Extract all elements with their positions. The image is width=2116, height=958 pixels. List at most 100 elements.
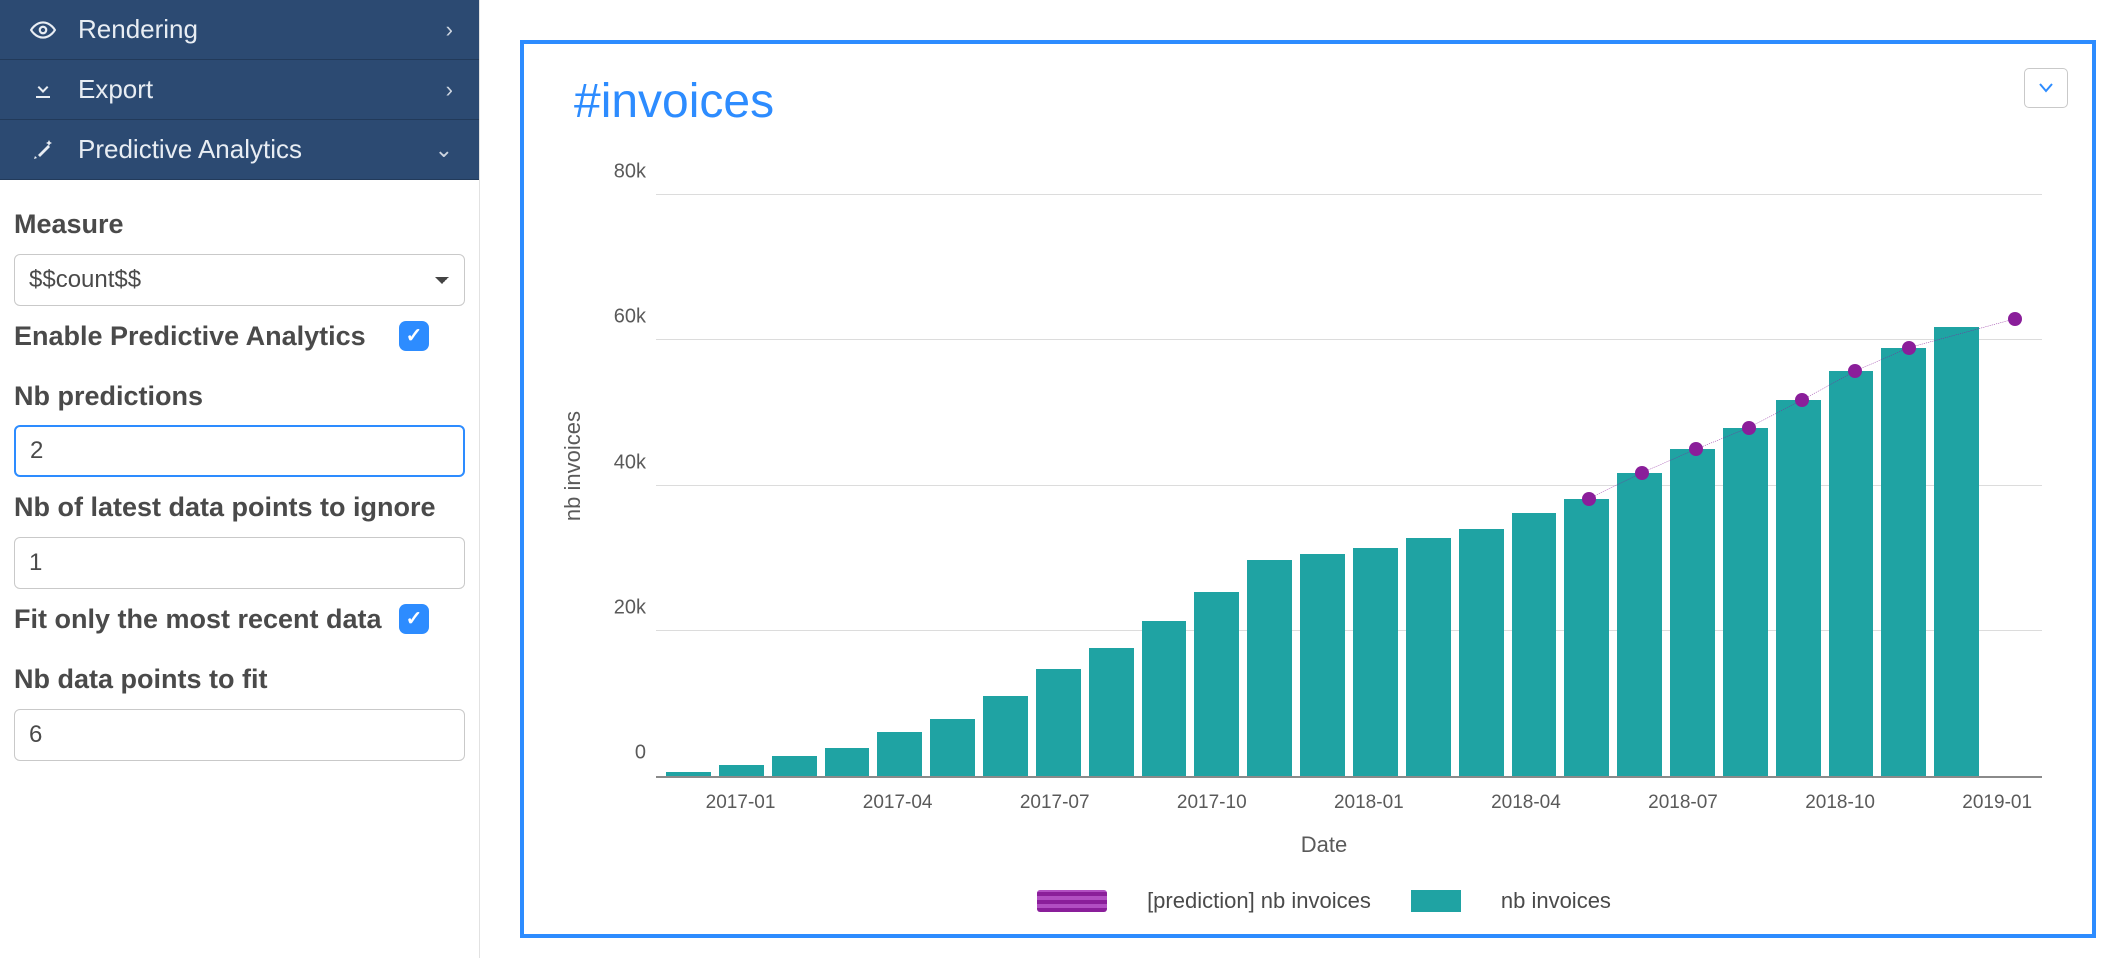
bar[interactable] [825,748,870,776]
x-tick [666,792,698,814]
bar[interactable] [1934,327,1979,776]
y-tick: 20k [586,596,646,619]
chart-container: #invoices nb invoices 020k40k60k80k 2017… [480,0,2116,958]
x-tick [1098,792,1130,814]
x-tick [1294,792,1326,814]
legend-swatch-prediction [1037,890,1107,912]
prediction-point[interactable] [1902,341,1916,355]
eye-icon [26,17,60,43]
x-tick: 2017-07 [1020,792,1090,814]
legend-swatch-bar [1411,890,1461,912]
nb-ignore-label: Nb of latest data points to ignore [14,491,465,525]
prediction-point[interactable] [1635,466,1649,480]
bar[interactable] [1512,513,1557,776]
prediction-point[interactable] [1848,364,1862,378]
bar[interactable] [1564,499,1609,776]
enable-checkbox[interactable]: ✓ [399,321,429,351]
nav-rendering[interactable]: Rendering › [0,0,479,60]
bar[interactable] [1036,669,1081,776]
y-tick: 60k [586,306,646,329]
x-tick: 2017-04 [863,792,933,814]
bar[interactable] [983,696,1028,776]
legend-label-prediction: [prediction] nb invoices [1147,888,1371,914]
y-tick: 0 [586,742,646,765]
measure-select[interactable]: $$count$$ [14,254,465,306]
nb-ignore-input[interactable] [14,537,465,589]
x-tick: 2018-07 [1648,792,1718,814]
x-tick [1766,792,1798,814]
prediction-point[interactable] [1582,492,1596,506]
x-tick [1923,792,1955,814]
bar[interactable] [1406,538,1451,776]
x-tick [1608,792,1640,814]
fit-recent-checkbox[interactable]: ✓ [399,604,429,634]
y-tick: 80k [586,161,646,184]
legend-label-bar: nb invoices [1501,888,1611,914]
nb-fit-label: Nb data points to fit [14,663,465,697]
x-axis-ticks: 2017-01 2017-04 2017-07 2017-10 2018-01 2018-… [656,792,2042,814]
bar[interactable] [1617,473,1662,776]
x-tick [1451,792,1483,814]
bar[interactable] [1670,449,1715,776]
nav-export[interactable]: Export › [0,60,479,120]
x-tick [1255,792,1287,814]
bar[interactable] [719,765,764,776]
bar[interactable] [1459,529,1504,776]
fit-recent-label: Fit only the most recent data [14,603,399,637]
x-tick: 2017-01 [706,792,776,814]
x-tick [1412,792,1444,814]
bar[interactable] [666,772,711,776]
prediction-point[interactable] [1689,442,1703,456]
nb-predictions-input[interactable] [14,425,465,477]
chart-plot-area[interactable]: 020k40k60k80k [656,159,2042,778]
bar[interactable] [877,732,922,776]
chart-menu-button[interactable] [2024,68,2068,108]
x-tick [980,792,1012,814]
predictive-panel: Measure $$count$$ Enable Predictive Anal… [0,180,479,791]
y-axis-label: nb invoices [554,411,586,521]
x-tick: 2018-01 [1334,792,1404,814]
nav-label: Rendering [78,14,198,45]
x-tick [940,792,972,814]
nav-predictive-analytics[interactable]: Predictive Analytics ⌄ [0,120,479,180]
x-tick: 2017-10 [1177,792,1247,814]
chevron-right-icon: › [446,77,453,103]
bar[interactable] [1142,621,1187,776]
chart-card: #invoices nb invoices 020k40k60k80k 2017… [520,40,2096,938]
enable-label: Enable Predictive Analytics [14,320,399,354]
bar[interactable] [1881,348,1926,776]
nb-predictions-label: Nb predictions [14,380,465,414]
x-tick: 2019-01 [1962,792,2032,814]
prediction-point[interactable] [1742,421,1756,435]
bar[interactable] [1829,371,1874,776]
chart-title: #invoices [574,74,2062,129]
prediction-point[interactable] [1795,393,1809,407]
x-tick [1137,792,1169,814]
wand-icon [26,138,60,162]
bar[interactable] [1353,548,1398,776]
bar[interactable] [1300,554,1345,776]
x-tick [823,792,855,814]
bar[interactable] [1089,648,1134,776]
download-icon [26,78,60,102]
x-tick: 2018-10 [1805,792,1875,814]
chart-legend: [prediction] nb invoices nb invoices [586,888,2062,914]
bar[interactable] [1776,400,1821,776]
prediction-point[interactable] [2008,312,2022,326]
nav-label: Export [78,74,153,105]
x-tick [1569,792,1601,814]
bar[interactable] [930,719,975,776]
nav-label: Predictive Analytics [78,134,302,165]
bar[interactable] [772,756,817,776]
bar[interactable] [1247,560,1292,776]
chevron-down-icon: ⌄ [435,137,453,163]
x-tick: 2018-04 [1491,792,1561,814]
y-tick: 40k [586,451,646,474]
chevron-right-icon: › [446,17,453,43]
x-tick [1883,792,1915,814]
bar[interactable] [1194,592,1239,776]
x-tick [1726,792,1758,814]
nb-fit-input[interactable] [14,709,465,761]
bar[interactable] [1723,428,1768,776]
sidebar: Rendering › Export › Predictive Analytic… [0,0,480,958]
